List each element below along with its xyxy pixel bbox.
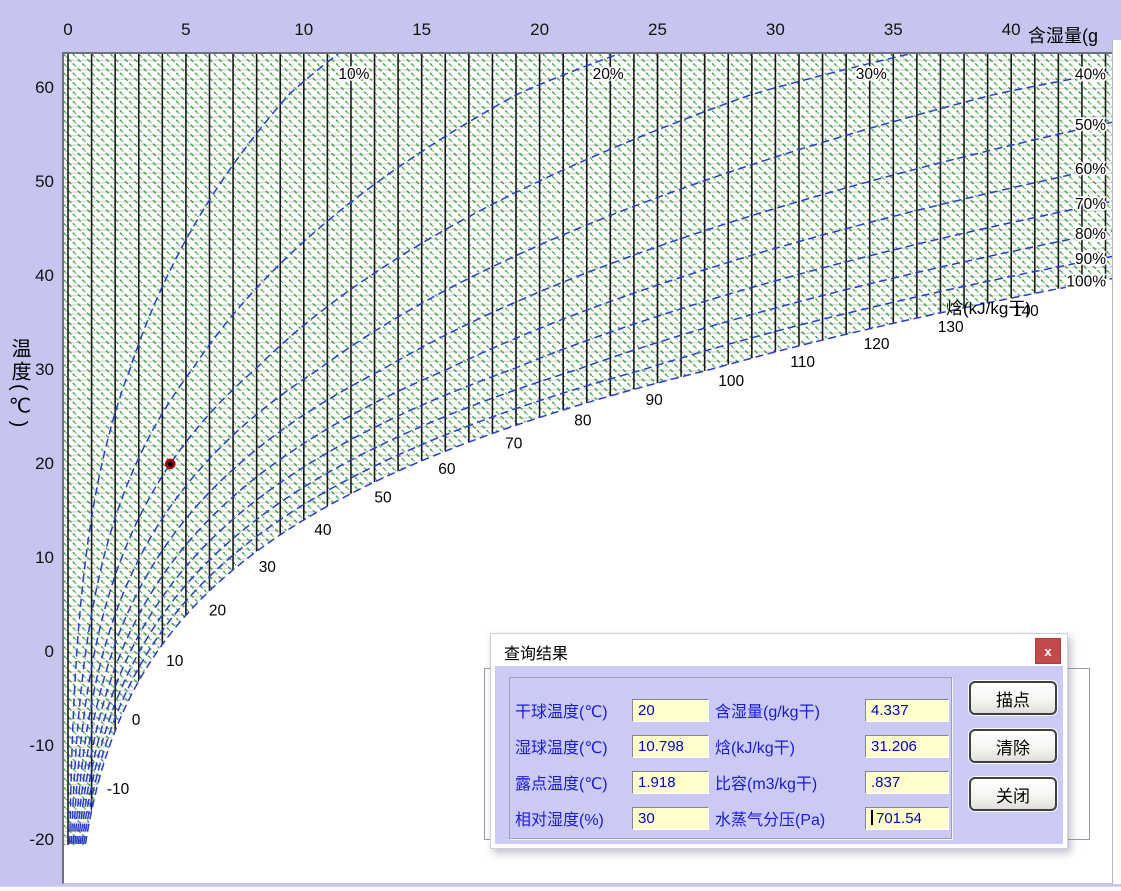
rh-label-80: 80% <box>1075 226 1106 243</box>
clear-button[interactable]: 清除 <box>969 729 1057 763</box>
relative-humidity-field[interactable]: 30 <box>632 807 709 830</box>
enthalpy-label: 焓(kJ/kg干) <box>715 734 865 758</box>
enthalpy-value--10: -10 <box>107 781 130 798</box>
x-tick-35: 35 <box>875 20 911 40</box>
enthalpy-value-50: 50 <box>374 489 392 506</box>
field-row: 含湿量(g/kg干) 4.337 <box>715 692 949 728</box>
enthalpy-value-70: 70 <box>505 436 523 453</box>
enthalpy-value-30: 30 <box>259 559 277 576</box>
x-tick-15: 15 <box>404 20 440 40</box>
rh-label-10: 10% <box>338 66 369 83</box>
rh-label-40: 40% <box>1075 66 1106 83</box>
vapor-pressure-field[interactable]: 701.54 <box>865 807 949 830</box>
enthalpy-value-110: 110 <box>790 354 815 371</box>
enthalpy-axis-title: 焓(kJ/kg干) <box>946 294 1031 319</box>
enthalpy-field[interactable]: 31.206 <box>865 735 949 758</box>
query-result-dialog: 查询结果 x 干球温度(℃) 20 湿球温度(℃) 10.798 露点温度(℃)… <box>490 633 1068 849</box>
specific-volume-field[interactable]: .837 <box>865 771 949 794</box>
enthalpy-value-60: 60 <box>438 461 456 478</box>
y-axis-title: 温度(℃) <box>5 338 34 430</box>
y-tick-60: 60 <box>8 78 54 98</box>
field-column-left: 干球温度(℃) 20 湿球温度(℃) 10.798 露点温度(℃) 1.918 … <box>515 692 709 836</box>
field-row: 湿球温度(℃) 10.798 <box>515 728 709 764</box>
rh-label-70: 70% <box>1075 196 1106 213</box>
enthalpy-value-0: 0 <box>132 712 141 729</box>
dialog-titlebar[interactable]: 查询结果 x <box>491 634 1067 666</box>
x-tick-30: 30 <box>757 20 793 40</box>
text-caret <box>871 810 873 825</box>
field-row: 水蒸气分压(Pa) 701.54 <box>715 800 949 836</box>
field-row: 干球温度(℃) 20 <box>515 692 709 728</box>
x-tick-5: 5 <box>168 20 204 40</box>
plot-point-button[interactable]: 描点 <box>969 681 1057 715</box>
enthalpy-value-130: 130 <box>938 319 964 336</box>
y-tick-20: 20 <box>8 454 54 474</box>
close-button[interactable]: 关闭 <box>969 777 1057 811</box>
field-row: 露点温度(℃) 1.918 <box>515 764 709 800</box>
y-tick-10: 10 <box>8 548 54 568</box>
rh-label-50: 50% <box>1075 117 1106 134</box>
x-tick-25: 25 <box>640 20 676 40</box>
field-row: 相对湿度(%) 30 <box>515 800 709 836</box>
x-tick-40: 40 <box>993 20 1029 40</box>
dew-point-field[interactable]: 1.918 <box>632 771 709 794</box>
close-icon[interactable]: x <box>1035 638 1061 664</box>
field-row: 比容(m3/kg干) .837 <box>715 764 949 800</box>
rh-label-60: 60% <box>1075 161 1106 178</box>
window-right-edge <box>1112 40 1121 884</box>
result-groupbox: 干球温度(℃) 20 湿球温度(℃) 10.798 露点温度(℃) 1.918 … <box>509 677 952 839</box>
enthalpy-value-120: 120 <box>864 336 890 353</box>
dry-bulb-field[interactable]: 20 <box>632 699 709 722</box>
dialog-buttons: 描点 清除 关闭 <box>969 681 1057 825</box>
enthalpy-value-40: 40 <box>314 522 332 539</box>
enthalpy-value-100: 100 <box>718 373 744 390</box>
humidity-ratio-label: 含湿量(g/kg干) <box>715 698 865 722</box>
wet-bulb-label: 湿球温度(℃) <box>515 734 632 758</box>
x-tick-10: 10 <box>286 20 322 40</box>
dry-bulb-label: 干球温度(℃) <box>515 698 632 722</box>
vapor-pressure-label: 水蒸气分压(Pa) <box>715 806 865 830</box>
field-column-right: 含湿量(g/kg干) 4.337 焓(kJ/kg干) 31.206 比容(m3/… <box>715 692 949 836</box>
y-tick--10: -10 <box>8 736 54 756</box>
x-tick-20: 20 <box>522 20 558 40</box>
rh-label-90: 90% <box>1075 251 1106 268</box>
y-tick--20: -20 <box>8 830 54 850</box>
x-tick-0: 0 <box>50 20 86 40</box>
enthalpy-value-10: 10 <box>166 653 184 670</box>
y-tick-30: 30 <box>8 360 54 380</box>
y-tick-0: 0 <box>8 642 54 662</box>
enthalpy-value-90: 90 <box>646 392 664 409</box>
enthalpy-value-20: 20 <box>209 602 227 619</box>
y-tick-50: 50 <box>8 172 54 192</box>
enthalpy-value-80: 80 <box>574 413 592 430</box>
dialog-body: 干球温度(℃) 20 湿球温度(℃) 10.798 露点温度(℃) 1.918 … <box>495 666 1063 844</box>
rh-label-100: 100% <box>1066 273 1106 290</box>
wet-bulb-field[interactable]: 10.798 <box>632 735 709 758</box>
dew-point-label: 露点温度(℃) <box>515 770 632 794</box>
rh-label-30: 30% <box>856 66 887 83</box>
field-row: 焓(kJ/kg干) 31.206 <box>715 728 949 764</box>
y-tick-40: 40 <box>8 266 54 286</box>
rh-label-20: 20% <box>593 66 624 83</box>
dialog-title: 查询结果 <box>504 640 568 664</box>
specific-volume-label: 比容(m3/kg干) <box>715 770 865 794</box>
humidity-ratio-field[interactable]: 4.337 <box>865 699 949 722</box>
x-axis-title: 含湿量(g <box>1028 22 1118 48</box>
marked-point[interactable] <box>166 460 174 468</box>
window-bottom-edge <box>0 886 1121 891</box>
relative-humidity-label: 相对湿度(%) <box>515 806 632 830</box>
